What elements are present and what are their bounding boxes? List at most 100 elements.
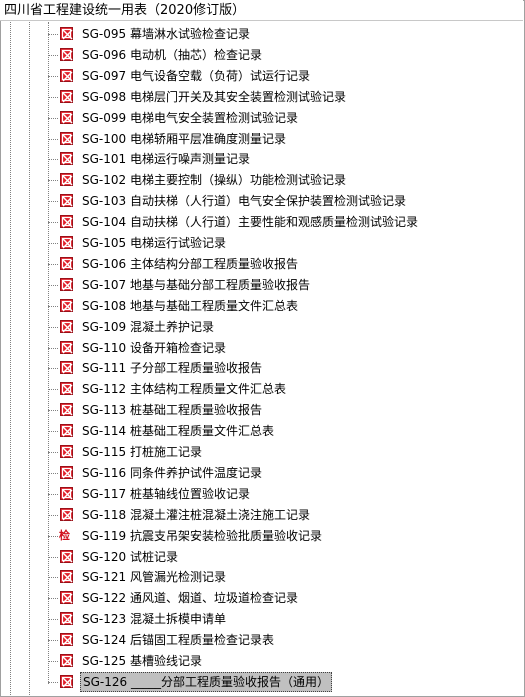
tree-item-label: SG-119 抗震支吊架安装检验批质量验收记录 [82, 529, 322, 543]
tree-connector [48, 55, 58, 56]
tree-item-sg-123[interactable]: SG-123 混凝土拆模申请单 [0, 609, 523, 630]
tree-item-sg-125[interactable]: SG-125 基槽验线记录 [0, 651, 523, 672]
tree-item-sg-102[interactable]: SG-102 电梯主要控制（操纵）功能检测试验记录 [0, 170, 523, 191]
tree-connector [48, 577, 58, 578]
tree-connector [48, 494, 58, 495]
tree-connector [48, 473, 58, 474]
tree-connector [48, 619, 58, 620]
tree-item-label: SG-118 混凝土灌注桩混凝土浇注施工记录 [82, 508, 310, 522]
tree-item-sg-107[interactable]: SG-107 地基与基础分部工程质量验收报告 [0, 275, 523, 296]
tree-connector [48, 327, 58, 328]
tree-item-sg-111[interactable]: SG-111 子分部工程质量验收报告 [0, 358, 523, 379]
tree-item-sg-119[interactable]: 检 SG-119 抗震支吊架安装检验批质量验收记录 [0, 526, 523, 547]
tree-view[interactable]: SG-095 幕墙淋水试验检查记录 SG-096 电动机（抽芯）检查记录 SG-09… [0, 22, 523, 695]
tree-item-label: SG-122 通风道、烟道、垃圾道检查记录 [82, 591, 298, 605]
tree-connector [48, 201, 58, 202]
form-icon [60, 341, 73, 354]
tree-connector [48, 536, 58, 537]
tree-item-label: SG-109 混凝土养护记录 [82, 320, 214, 334]
tree-item-sg-112[interactable]: SG-112 主体结构工程质量文件汇总表 [0, 379, 523, 400]
tree-connector [48, 76, 58, 77]
tree-connector [48, 306, 58, 307]
tree-connector [48, 97, 58, 98]
tree-item-label: SG-108 地基与基础工程质量文件汇总表 [82, 299, 298, 313]
tree-item-sg-110[interactable]: SG-110 设备开箱检查记录 [0, 338, 523, 359]
inspection-text-icon: 检 [59, 529, 70, 542]
tree-item-sg-097[interactable]: SG-097 电气设备空载（负荷）试运行记录 [0, 66, 523, 87]
tree-item-label: SG-097 电气设备空载（负荷）试运行记录 [82, 69, 310, 83]
tree-connector [48, 640, 58, 641]
tree-item-sg-109[interactable]: SG-109 混凝土养护记录 [0, 317, 523, 338]
tree-item-label: SG-101 电梯运行噪声测量记录 [82, 152, 250, 166]
tree-item-sg-098[interactable]: SG-098 电梯层门开关及其安全装置检测试验记录 [0, 87, 523, 108]
tree-connector [48, 34, 58, 35]
tree-connector [48, 368, 58, 369]
tree-item-sg-095[interactable]: SG-095 幕墙淋水试验检查记录 [0, 24, 523, 45]
tree-item-label: SG-126 _____分部工程质量验收报告（通用） [80, 672, 332, 692]
tree-item-sg-113[interactable]: SG-113 桩基础工程质量验收报告 [0, 400, 523, 421]
form-icon [60, 361, 73, 374]
form-icon [60, 675, 73, 688]
tree-connector [48, 285, 58, 286]
tree-connector [48, 598, 58, 599]
form-icon [60, 445, 73, 458]
tree-item-sg-121[interactable]: SG-121 风管漏光检测记录 [0, 567, 523, 588]
form-icon [60, 111, 73, 124]
tree-item-sg-100[interactable]: SG-100 电梯轿厢平层准确度测量记录 [0, 129, 523, 150]
tree-item-sg-115[interactable]: SG-115 打桩施工记录 [0, 442, 523, 463]
tree-item-sg-099[interactable]: SG-099 电梯电气安全装置检测试验记录 [0, 108, 523, 129]
tree-item-label: SG-100 电梯轿厢平层准确度测量记录 [82, 132, 286, 146]
tree-item-sg-116[interactable]: SG-116 同条件养护试件温度记录 [0, 463, 523, 484]
tree-item-label: SG-116 同条件养护试件温度记录 [82, 466, 262, 480]
tree-item-label: SG-112 主体结构工程质量文件汇总表 [82, 382, 286, 396]
tree-item-sg-108[interactable]: SG-108 地基与基础工程质量文件汇总表 [0, 296, 523, 317]
form-icon [60, 612, 73, 625]
window-title: 四川省工程建设统一用表（2020修订版） [0, 0, 523, 21]
tree-item-sg-122[interactable]: SG-122 通风道、烟道、垃圾道检查记录 [0, 588, 523, 609]
tree-item-sg-117[interactable]: SG-117 桩基轴线位置验收记录 [0, 484, 523, 505]
form-icon [60, 152, 73, 165]
tree-connector [48, 557, 58, 558]
tree-connector [48, 180, 58, 181]
tree-connector [48, 389, 58, 390]
tree-connector [48, 682, 58, 683]
form-icon [60, 403, 73, 416]
tree-item-label: SG-105 电梯运行试验记录 [82, 236, 226, 250]
tree-item-sg-104[interactable]: SG-104 自动扶梯（人行道）主要性能和观感质量检测试验记录 [0, 212, 523, 233]
form-icon [60, 27, 73, 40]
tree-item-label: SG-102 电梯主要控制（操纵）功能检测试验记录 [82, 173, 346, 187]
form-icon [60, 48, 73, 61]
tree-item-sg-105[interactable]: SG-105 电梯运行试验记录 [0, 233, 523, 254]
tree-item-sg-101[interactable]: SG-101 电梯运行噪声测量记录 [0, 149, 523, 170]
tree-item-sg-126[interactable]: SG-126 _____分部工程质量验收报告（通用） [0, 672, 523, 693]
form-icon [60, 69, 73, 82]
tree-item-label: SG-123 混凝土拆模申请单 [82, 612, 226, 626]
form-icon [60, 466, 73, 479]
form-icon [60, 487, 73, 500]
tree-item-sg-103[interactable]: SG-103 自动扶梯（人行道）电气安全保护装置检测试验记录 [0, 191, 523, 212]
tree-item-sg-106[interactable]: SG-106 主体结构分部工程质量验收报告 [0, 254, 523, 275]
tree-item-sg-114[interactable]: SG-114 桩基础工程质量文件汇总表 [0, 421, 523, 442]
form-icon [60, 194, 73, 207]
tree-connector [48, 515, 58, 516]
tree-item-sg-124[interactable]: SG-124 后锚固工程质量检查记录表 [0, 630, 523, 651]
tree-connector [48, 410, 58, 411]
tree-item-label: SG-117 桩基轴线位置验收记录 [82, 487, 250, 501]
form-icon [60, 508, 73, 521]
tree-item-label: SG-106 主体结构分部工程质量验收报告 [82, 257, 298, 271]
tree-item-label: SG-120 试桩记录 [82, 550, 178, 564]
tree-item-label: SG-115 打桩施工记录 [82, 445, 202, 459]
tree-item-sg-096[interactable]: SG-096 电动机（抽芯）检查记录 [0, 45, 523, 66]
tree-item-sg-120[interactable]: SG-120 试桩记录 [0, 547, 523, 568]
tree-item-label: SG-107 地基与基础分部工程质量验收报告 [82, 278, 310, 292]
tree-item-sg-118[interactable]: SG-118 混凝土灌注桩混凝土浇注施工记录 [0, 505, 523, 526]
form-icon [60, 90, 73, 103]
tree-item-label: SG-095 幕墙淋水试验检查记录 [82, 27, 250, 41]
tree-connector [48, 139, 58, 140]
tree-connector [48, 264, 58, 265]
form-icon [60, 132, 73, 145]
form-icon [60, 382, 73, 395]
form-icon [60, 278, 73, 291]
tree-item-label: SG-110 设备开箱检查记录 [82, 341, 226, 355]
form-icon [60, 424, 73, 437]
